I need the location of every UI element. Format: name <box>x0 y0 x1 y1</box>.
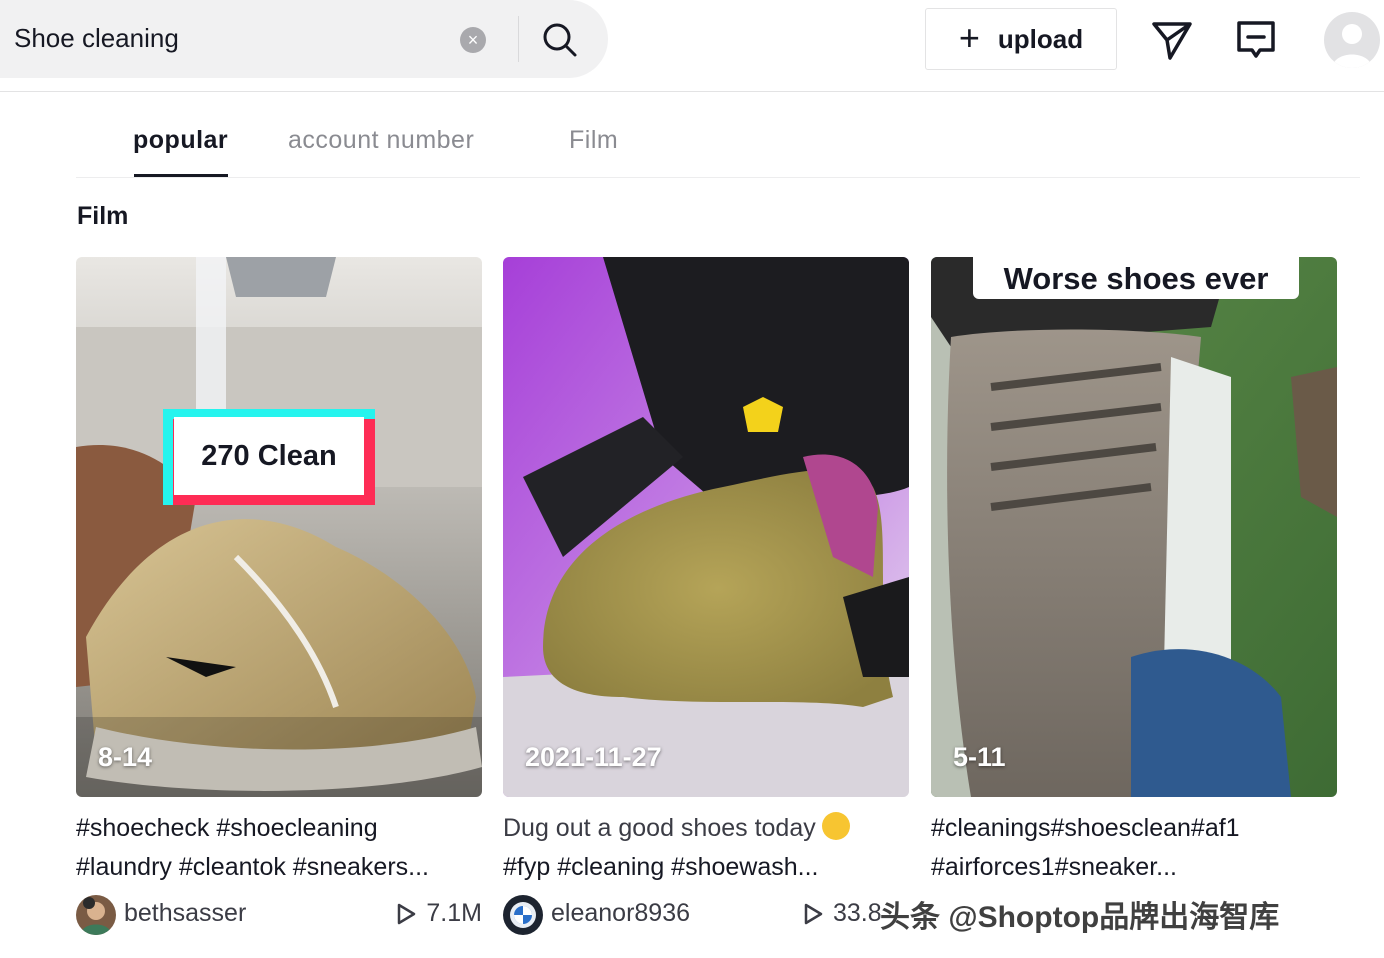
description-line: #shoecheck #shoecleaning <box>76 814 378 842</box>
plus-icon: + <box>958 16 980 58</box>
video-thumbnail[interactable]: Worse shoes ever 5-11 <box>931 257 1337 797</box>
smirk-emoji-icon <box>821 812 850 840</box>
section-title: Film <box>77 202 129 230</box>
creator-username[interactable]: bethsasser <box>124 899 246 928</box>
message-icon[interactable] <box>1234 18 1278 62</box>
video-overlay-text: 270 Clean <box>174 417 364 495</box>
video-meta: eleanor8936 33.8 <box>503 893 909 935</box>
video-card[interactable]: 270 Clean 8-14 #shoecheck #shoecleaning … <box>76 257 482 935</box>
creator-username[interactable]: eleanor8936 <box>551 899 690 928</box>
search-tabs: popular account number Film <box>76 92 1360 178</box>
description-line: #cleanings#shoesclean#af1 <box>931 814 1240 842</box>
description-line: #airforces1#sneaker... <box>931 853 1177 881</box>
video-card[interactable]: 2021-11-27 Dug out a good shoes today #f… <box>503 257 909 935</box>
search-bar: × <box>0 0 608 78</box>
top-bar: × + upload <box>0 0 1384 92</box>
video-thumbnail[interactable]: 2021-11-27 <box>503 257 909 797</box>
description-text: Dug out a good shoes today <box>503 814 816 842</box>
play-icon <box>398 903 416 924</box>
play-count-value: 33.8 <box>833 899 882 927</box>
creator-avatar[interactable] <box>503 895 543 935</box>
upload-label: upload <box>997 23 1084 54</box>
video-meta: bethsasser 7.1M <box>76 893 482 935</box>
play-count: 33.8 <box>803 899 882 928</box>
creator-avatar[interactable] <box>76 895 116 935</box>
video-thumbnail[interactable]: 270 Clean 8-14 <box>76 257 482 797</box>
video-description: Dug out a good shoes today #fyp #cleanin… <box>503 809 909 887</box>
description-line: Dug out a good shoes today <box>503 809 909 848</box>
play-count-value: 7.1M <box>426 899 482 927</box>
send-icon[interactable] <box>1150 18 1194 62</box>
description-line: #fyp #cleaning #shoewash... <box>503 853 819 881</box>
tab-film[interactable]: Film <box>569 126 618 155</box>
active-tab-indicator <box>134 174 228 177</box>
video-date: 5-11 <box>953 742 1006 772</box>
tab-account-number[interactable]: account number <box>288 126 474 155</box>
video-description: #shoecheck #shoecleaning #laundry #clean… <box>76 809 482 887</box>
tab-popular[interactable]: popular <box>133 126 228 155</box>
video-overlay-text: Worse shoes ever <box>973 257 1299 299</box>
clear-search-icon[interactable]: × <box>460 27 486 53</box>
video-date: 2021-11-27 <box>525 742 662 772</box>
video-description: #cleanings#shoesclean#af1 #airforces1#sn… <box>931 809 1337 887</box>
video-date: 8-14 <box>98 742 153 772</box>
watermark: 头条 @Shoptop品牌出海智库 <box>880 901 1280 934</box>
user-avatar-icon[interactable] <box>1324 12 1380 68</box>
play-icon <box>804 903 823 924</box>
video-card[interactable]: Worse shoes ever 5-11 #cleanings#shoescl… <box>931 257 1337 881</box>
search-icon[interactable] <box>540 20 580 60</box>
search-input[interactable] <box>14 18 434 58</box>
upload-button[interactable]: + upload <box>925 8 1117 70</box>
description-line: #laundry #cleantok #sneakers... <box>76 853 429 881</box>
play-count: 7.1M <box>396 899 482 928</box>
search-divider <box>518 16 519 62</box>
